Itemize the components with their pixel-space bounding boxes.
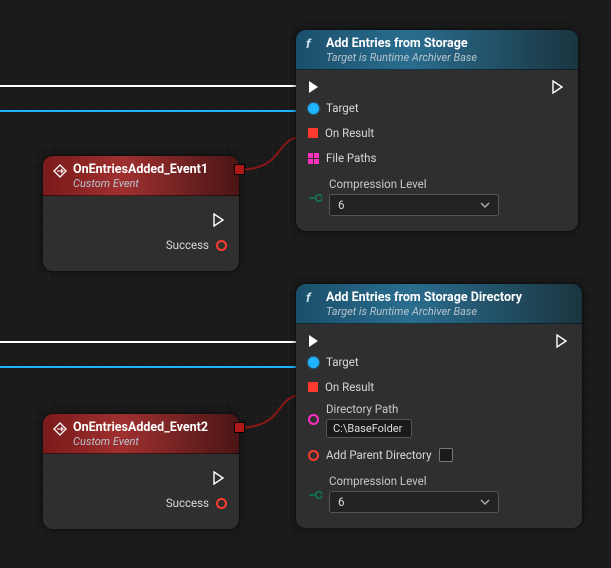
compression-label: Compression Level bbox=[329, 177, 499, 191]
wire-exec-in-a bbox=[0, 85, 311, 87]
directory-path-input[interactable]: C:\BaseFolder bbox=[326, 419, 412, 438]
success-label: Success bbox=[166, 238, 209, 252]
add-parent-checkbox[interactable] bbox=[439, 448, 453, 462]
target-pin[interactable] bbox=[308, 103, 319, 114]
node-header[interactable]: f Add Entries from Storage Directory Tar… bbox=[296, 284, 582, 324]
exec-out-pin[interactable] bbox=[556, 334, 570, 348]
node-add-entries-from-storage-directory[interactable]: f Add Entries from Storage Directory Tar… bbox=[296, 284, 582, 528]
node-title: Add Entries from Storage bbox=[326, 36, 477, 51]
wire-target-in-c bbox=[0, 366, 306, 368]
wire-exec-in-c bbox=[0, 341, 311, 343]
exec-in-pin[interactable] bbox=[308, 80, 322, 94]
wire-target-in-a bbox=[0, 110, 306, 112]
node-title: OnEntriesAdded_Event2 bbox=[73, 420, 208, 435]
function-icon: f bbox=[306, 292, 320, 306]
node-subtitle: Target is Runtime Archiver Base bbox=[326, 305, 522, 318]
exec-out-pin[interactable] bbox=[213, 471, 227, 485]
directory-path-pin[interactable] bbox=[308, 414, 319, 425]
delegate-pin[interactable] bbox=[234, 164, 245, 175]
directory-path-value: C:\BaseFolder bbox=[333, 422, 402, 435]
function-icon: f bbox=[306, 38, 320, 52]
on-result-label: On Result bbox=[325, 126, 374, 140]
file-paths-label: File Paths bbox=[326, 151, 376, 165]
custom-event-icon bbox=[53, 422, 67, 436]
node-on-entries-added-event1[interactable]: OnEntriesAdded_Event1 Custom Event Succe… bbox=[43, 156, 239, 271]
exec-out-pin[interactable] bbox=[552, 80, 566, 94]
exec-in-pin[interactable] bbox=[308, 334, 322, 348]
on-result-pin[interactable] bbox=[308, 128, 318, 138]
custom-event-icon bbox=[53, 164, 67, 178]
directory-path-label: Directory Path bbox=[326, 402, 412, 416]
target-pin[interactable] bbox=[308, 357, 319, 368]
target-label: Target bbox=[326, 355, 359, 369]
node-header[interactable]: f Add Entries from Storage Target is Run… bbox=[296, 30, 578, 70]
on-result-label: On Result bbox=[325, 380, 374, 394]
add-parent-label: Add Parent Directory bbox=[326, 448, 432, 462]
compression-dropdown[interactable]: 6 bbox=[329, 194, 499, 216]
exec-out-pin[interactable] bbox=[213, 213, 227, 227]
node-subtitle: Custom Event bbox=[73, 177, 208, 190]
compression-value: 6 bbox=[338, 495, 344, 509]
compression-dropdown[interactable]: 6 bbox=[329, 491, 499, 513]
success-label: Success bbox=[166, 496, 209, 510]
node-title: Add Entries from Storage Directory bbox=[326, 290, 522, 305]
node-on-entries-added-event2[interactable]: OnEntriesAdded_Event2 Custom Event Succe… bbox=[43, 414, 239, 529]
delegate-pin[interactable] bbox=[234, 422, 245, 433]
node-subtitle: Custom Event bbox=[73, 435, 208, 448]
target-label: Target bbox=[326, 101, 359, 115]
node-header[interactable]: OnEntriesAdded_Event1 Custom Event bbox=[43, 156, 239, 196]
add-parent-pin[interactable] bbox=[308, 450, 319, 461]
node-subtitle: Target is Runtime Archiver Base bbox=[326, 51, 477, 64]
on-result-pin[interactable] bbox=[308, 382, 318, 392]
compression-pin[interactable] bbox=[308, 488, 322, 502]
chevron-down-icon bbox=[480, 200, 490, 210]
success-pin[interactable] bbox=[216, 498, 227, 509]
chevron-down-icon bbox=[480, 497, 490, 507]
node-title: OnEntriesAdded_Event1 bbox=[73, 162, 208, 177]
node-add-entries-from-storage[interactable]: f Add Entries from Storage Target is Run… bbox=[296, 30, 578, 231]
compression-value: 6 bbox=[338, 198, 344, 212]
compression-pin[interactable] bbox=[308, 191, 322, 205]
file-paths-pin[interactable] bbox=[308, 153, 319, 164]
compression-label: Compression Level bbox=[329, 474, 499, 488]
node-header[interactable]: OnEntriesAdded_Event2 Custom Event bbox=[43, 414, 239, 454]
success-pin[interactable] bbox=[216, 240, 227, 251]
